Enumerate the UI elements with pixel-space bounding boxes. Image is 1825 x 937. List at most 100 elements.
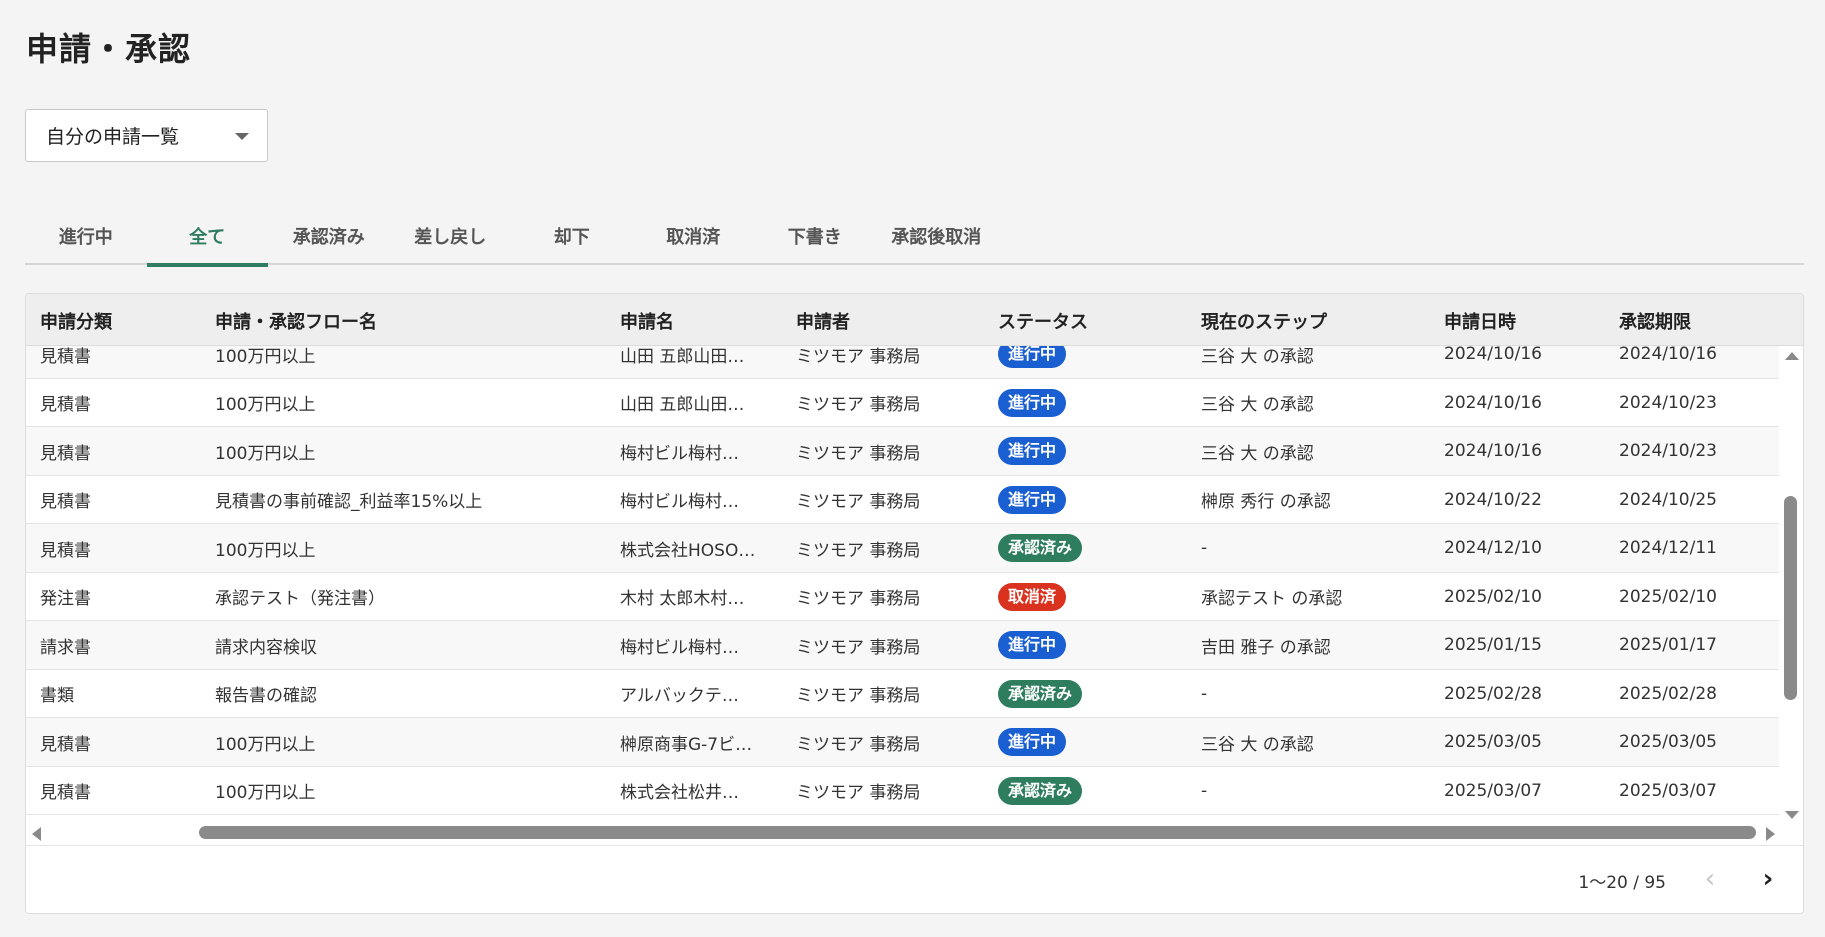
cell-category: 書類 — [40, 670, 74, 718]
pagination-range: 1〜20 / 95 — [1578, 873, 1666, 893]
cell-applied-date: 2024/10/16 — [1444, 427, 1542, 475]
cell-current-step-text: 三谷 大 の承認 — [1201, 734, 1314, 755]
chevron-left-icon[interactable]: ‹ — [1695, 864, 1725, 894]
cell-flow-name-text: 100万円以上 — [215, 443, 316, 464]
cell-current-step-text: 榊原 秀行 の承認 — [1201, 492, 1331, 512]
column-header-deadline[interactable]: 承認期限 — [1619, 308, 1691, 334]
cell-current-step: 榊原 秀行 の承認 — [1201, 476, 1331, 524]
table-row[interactable]: 発注書 承認テスト（発注書） 木村 太郎木村… ミツモア 事務局 取消済 承認テスト の承… — [26, 572, 1781, 621]
cell-applied-date-text: 2025/02/10 — [1444, 586, 1542, 607]
cell-applicant: ミツモア 事務局 — [796, 573, 920, 621]
tab-approved[interactable]: 承認済み — [268, 207, 390, 265]
column-header-request-name[interactable]: 申請名 — [620, 308, 674, 334]
status-badge: 進行中 — [998, 728, 1067, 756]
cell-deadline: 2025/02/10 — [1619, 573, 1717, 621]
cell-applicant-text: ミツモア 事務局 — [796, 346, 921, 367]
chevron-right-icon[interactable]: › — [1753, 864, 1783, 894]
column-header-flow[interactable]: 申請・承認フロー名 — [215, 308, 377, 334]
scroll-right-arrow-icon[interactable] — [1766, 827, 1775, 841]
cell-category-text: 見積書 — [40, 443, 91, 464]
cell-current-step: - — [1201, 524, 1207, 572]
column-header-current-step[interactable]: 現在のステップ — [1201, 308, 1327, 334]
cell-flow-name: 請求内容検収 — [215, 621, 317, 669]
cell-applicant-text: ミツモア 事務局 — [796, 686, 921, 706]
cell-current-step-text: 三谷 大 の承認 — [1201, 346, 1314, 367]
column-header-applicant[interactable]: 申請者 — [796, 308, 850, 334]
cell-current-step: 三谷 大 の承認 — [1201, 718, 1314, 766]
cell-applied-date-text: 2025/03/05 — [1444, 732, 1542, 752]
cell-category-text: 請求書 — [40, 637, 91, 658]
cell-deadline-text: 2025/03/05 — [1619, 732, 1717, 752]
tab-returned[interactable]: 差し戻し — [390, 207, 512, 265]
cell-deadline: 2024/12/11 — [1619, 524, 1717, 572]
cell-status: 承認済み — [998, 524, 1083, 572]
cell-flow-name-text: 100万円以上 — [215, 783, 316, 803]
list-filter-select[interactable]: 自分の申請一覧 — [25, 109, 268, 162]
horizontal-scroll-thumb[interactable] — [199, 826, 1756, 839]
column-header-applied-date[interactable]: 申請日時 — [1444, 308, 1516, 334]
cell-category-text: 見積書 — [40, 540, 91, 561]
cell-request-name-text: 株式会社松井… — [620, 783, 739, 803]
cell-applied-date: 2025/03/07 — [1444, 767, 1542, 815]
cell-applied-date-text: 2024/10/16 — [1444, 392, 1542, 413]
cell-current-step: 三谷 大 の承認 — [1201, 427, 1314, 475]
cell-deadline-text: 2024/10/25 — [1619, 489, 1717, 510]
column-header-category[interactable]: 申請分類 — [40, 308, 112, 334]
cell-request-name-text: 山田 五郎山田… — [620, 346, 745, 367]
tab-cancelled-after-approval[interactable]: 承認後取消 — [876, 207, 998, 265]
cell-applied-date: 2024/12/10 — [1444, 524, 1542, 572]
vertical-scrollbar[interactable] — [1779, 346, 1803, 825]
table-row[interactable]: 見積書 100万円以上 山田 五郎山田… ミツモア 事務局 進行中 三谷 大 の承認 202… — [26, 378, 1781, 427]
cell-category: 見積書 — [40, 767, 91, 815]
table-row[interactable]: 見積書 100万円以上 榊原商事G-7ビ… ミツモア 事務局 進行中 三谷 大 の承認 20… — [26, 718, 1781, 767]
horizontal-scrollbar[interactable] — [26, 821, 1803, 845]
table-footer: 1〜20 / 95 ‹ › — [26, 845, 1803, 913]
tab-draft[interactable]: 下書き — [754, 207, 876, 265]
cell-flow-name: 100万円以上 — [215, 379, 315, 427]
cell-request-name-text: 梅村ビル梅村… — [620, 443, 739, 464]
table-row[interactable]: 見積書 見積書の事前確認_利益率15%以上 梅村ビル梅村… ミツモア 事務局 進行中 榊原… — [26, 475, 1781, 524]
cell-applied-date-text: 2025/02/28 — [1444, 683, 1542, 704]
table-row[interactable]: 見積書 100万円以上 山田 五郎山田… ミツモア 事務局 進行中 三谷 大 の承認 202… — [26, 346, 1781, 379]
cell-current-step: - — [1201, 670, 1207, 718]
status-badge: 承認済み — [998, 679, 1083, 708]
cell-status: 進行中 — [998, 346, 1067, 378]
scroll-left-arrow-icon[interactable] — [32, 827, 41, 841]
cell-applicant: ミツモア 事務局 — [796, 476, 920, 524]
scroll-up-arrow-icon[interactable] — [1785, 352, 1799, 360]
cell-applied-date: 2024/10/16 — [1444, 346, 1542, 378]
table-row[interactable]: 見積書 100万円以上 梅村ビル梅村… ミツモア 事務局 進行中 三谷 大 の承認 2024… — [26, 427, 1781, 476]
tab-cancelled[interactable]: 取消済 — [633, 207, 755, 265]
table-row[interactable]: 見積書 100万円以上 株式会社松井… ミツモア 事務局 承認済み - 2025/03/07… — [26, 766, 1781, 815]
cell-status: 進行中 — [998, 427, 1067, 475]
list-filter-value: 自分の申請一覧 — [46, 126, 180, 148]
status-badge: 取消済 — [998, 582, 1067, 611]
cell-category-text: 見積書 — [40, 492, 91, 512]
cell-current-step-text: 吉田 雅子 の承認 — [1201, 637, 1331, 658]
cell-category: 発注書 — [40, 573, 91, 621]
column-header-status[interactable]: ステータス — [998, 308, 1088, 334]
table-row[interactable]: 見積書 100万円以上 株式会社HOSO… ミツモア 事務局 承認済み - 2024/12/… — [26, 524, 1781, 573]
cell-flow-name-text: 承認テスト（発注書） — [215, 589, 385, 609]
cell-category-text: 見積書 — [40, 734, 91, 755]
table-row[interactable]: 書類 報告書の確認 アルバックテ… ミツモア 事務局 承認済み - 2025/02/28 20… — [26, 669, 1781, 718]
cell-flow-name: 100万円以上 — [215, 718, 315, 766]
cell-current-step: 三谷 大 の承認 — [1201, 379, 1314, 427]
cell-applicant-text: ミツモア 事務局 — [796, 734, 921, 755]
cell-deadline: 2025/03/07 — [1619, 767, 1717, 815]
vertical-scroll-thumb[interactable] — [1784, 496, 1797, 700]
cell-status: 進行中 — [998, 621, 1067, 669]
tab-rejected[interactable]: 却下 — [511, 207, 633, 265]
cell-applied-date: 2025/02/28 — [1444, 670, 1542, 718]
cell-applied-date: 2024/10/22 — [1444, 476, 1542, 524]
scroll-down-arrow-icon[interactable] — [1785, 811, 1799, 819]
requests-table-panel: 申請分類 申請・承認フロー名 申請名 申請者 ステータス 現在のステップ 申請日… — [25, 293, 1804, 914]
tab-all[interactable]: 全て — [146, 207, 269, 267]
cell-applicant: ミツモア 事務局 — [796, 767, 920, 815]
cell-applied-date: 2024/10/16 — [1444, 379, 1542, 427]
table-row[interactable]: 請求書 請求内容検収 梅村ビル梅村… ミツモア 事務局 進行中 吉田 雅子 の承認 2025… — [26, 621, 1781, 670]
cell-deadline: 2024/10/23 — [1619, 427, 1717, 475]
status-badge: 承認済み — [998, 534, 1083, 562]
tab-in-progress[interactable]: 進行中 — [25, 207, 147, 265]
cell-current-step-text: - — [1201, 538, 1208, 558]
